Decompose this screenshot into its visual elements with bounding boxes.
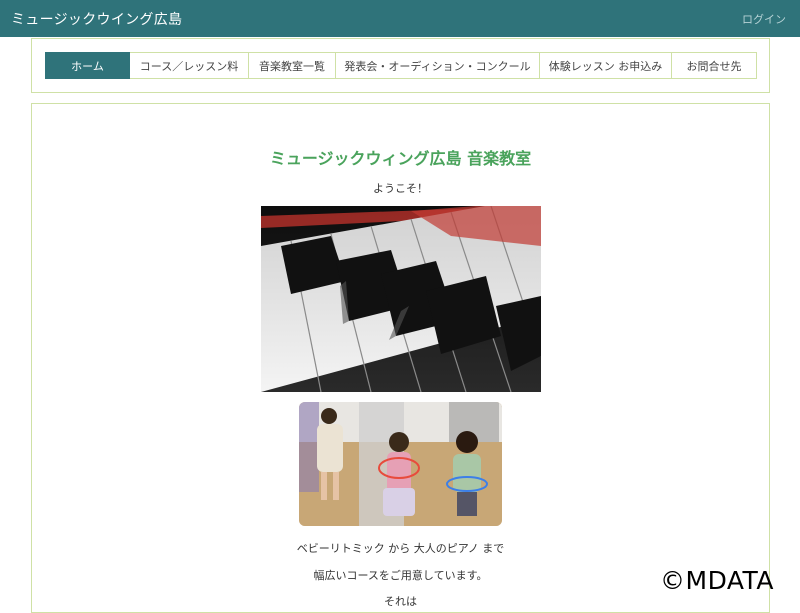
tab-classroom-list[interactable]: 音楽教室一覧	[249, 52, 336, 79]
tab-contact[interactable]: お問合せ先	[672, 52, 757, 79]
tab-trial-lesson[interactable]: 体験レッスン お申込み	[540, 52, 672, 79]
tab-home[interactable]: ホーム	[45, 52, 130, 79]
piano-keys-illustration	[261, 206, 541, 392]
kids-lesson-photo	[299, 402, 502, 526]
welcome-text: ようこそ！	[373, 182, 428, 195]
copyright-watermark: ©MDATA	[660, 566, 774, 595]
piano-photo	[261, 206, 541, 392]
main-nav: ホーム コース／レッスン料 音楽教室一覧 発表会・オーディション・コンクール 体…	[45, 52, 757, 79]
intro-line-2: 幅広いコースをご用意しています。	[313, 569, 488, 582]
main-content: ミュージックウィング広島 音楽教室 ようこそ！ ベビーリトミック から 大人のピ…	[31, 103, 770, 613]
top-header: ミュージックウイング広島 ログイン	[0, 0, 800, 37]
intro-line-1: ベビーリトミック から 大人のピアノ まで	[296, 542, 505, 555]
tab-course[interactable]: コース／レッスン料	[130, 52, 249, 79]
page-title: ミュージックウィング広島 音楽教室	[269, 149, 532, 168]
login-link[interactable]: ログイン	[742, 11, 786, 27]
site-title[interactable]: ミュージックウイング広島	[11, 9, 182, 29]
tab-recital[interactable]: 発表会・オーディション・コンクール	[336, 52, 540, 79]
kids-illustration	[299, 402, 502, 526]
nav-container: ホーム コース／レッスン料 音楽教室一覧 発表会・オーディション・コンクール 体…	[31, 38, 770, 93]
intro-line-3: それは	[384, 595, 417, 608]
